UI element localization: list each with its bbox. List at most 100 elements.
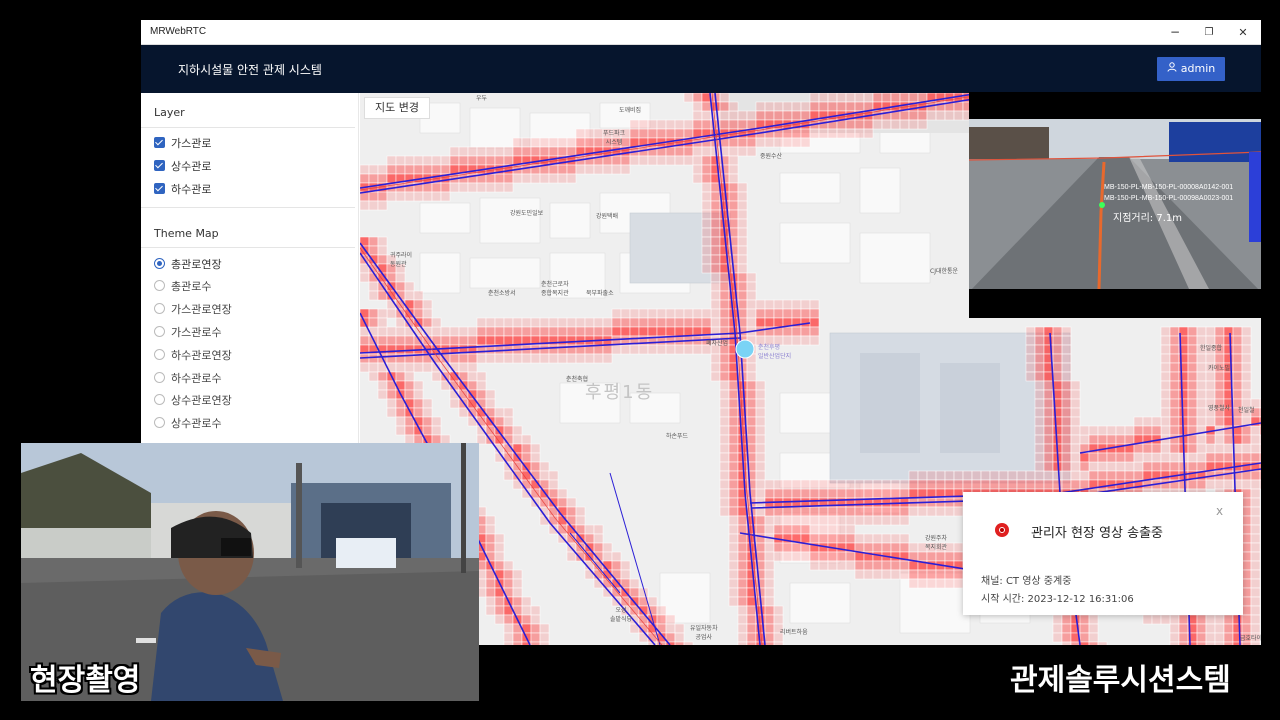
heat-cell <box>1178 641 1189 645</box>
heat-cell <box>863 488 874 499</box>
heat-cell <box>476 353 487 364</box>
heat-cell <box>1205 389 1216 400</box>
heat-cell <box>1034 371 1045 382</box>
heat-cell <box>737 299 748 310</box>
radio-selected-icon[interactable] <box>154 258 165 269</box>
minimize-button[interactable]: − <box>1158 20 1192 45</box>
notification-close-icon[interactable]: x <box>1216 504 1223 518</box>
map-change-button[interactable]: 지도 변경 <box>364 97 430 119</box>
pipe-id-overlay: MB-150-PL-MB-150-PL-00008A0142-001 <box>1104 184 1234 191</box>
heat-cell <box>530 461 541 472</box>
heat-cell <box>503 326 514 337</box>
radio-icon[interactable] <box>154 372 165 383</box>
heat-cell <box>998 470 1009 481</box>
heat-cell <box>1196 452 1207 463</box>
theme-item-water-count[interactable]: 상수관로수 <box>154 416 222 432</box>
heat-cell <box>413 398 424 409</box>
maximize-button[interactable]: ❐ <box>1192 20 1226 45</box>
user-button[interactable]: admin <box>1157 57 1225 81</box>
theme-item-total-count[interactable]: 총관로수 <box>154 279 211 295</box>
heat-cell <box>1196 389 1207 400</box>
heat-cell <box>728 479 739 490</box>
heat-cell <box>377 335 388 346</box>
radio-icon[interactable] <box>154 394 165 405</box>
heat-cell <box>476 389 487 400</box>
heat-cell <box>1061 461 1072 472</box>
heat-cell <box>1052 326 1063 337</box>
user-button-label: admin <box>1180 62 1216 75</box>
heat-cell <box>485 596 496 607</box>
radio-icon[interactable] <box>154 417 165 428</box>
layer-label: 하수관로 <box>171 183 212 196</box>
layer-item-sewer[interactable]: 하수관로 <box>154 182 211 198</box>
heat-cell <box>1043 434 1054 445</box>
heat-cell <box>737 569 748 580</box>
heat-cell <box>1196 632 1207 643</box>
layer-item-water[interactable]: 상수관로 <box>154 159 211 175</box>
heat-cell <box>503 173 514 184</box>
theme-item-sewer-length[interactable]: 하수관로연장 <box>154 348 232 364</box>
heat-cell <box>728 551 739 562</box>
heat-cell <box>440 182 451 193</box>
heat-cell <box>530 452 541 463</box>
heat-cell <box>773 605 784 616</box>
heat-cell <box>1259 407 1261 418</box>
location-marker-icon[interactable] <box>735 339 755 359</box>
theme-item-gas-count[interactable]: 가스관로수 <box>154 325 222 341</box>
radio-icon[interactable] <box>154 280 165 291</box>
heat-cell <box>737 218 748 229</box>
heat-cell <box>1250 605 1261 616</box>
heat-cell <box>899 93 910 103</box>
close-button[interactable]: ✕ <box>1226 20 1260 45</box>
radio-icon[interactable] <box>154 349 165 360</box>
heat-cell <box>971 479 982 490</box>
heat-cell <box>1232 371 1243 382</box>
heat-cell <box>1061 632 1072 643</box>
heat-cell <box>1034 362 1045 373</box>
heat-cell <box>1034 353 1045 364</box>
checkbox-checked-icon[interactable] <box>154 137 165 148</box>
heat-cell <box>737 146 748 157</box>
heat-cell <box>1061 362 1072 373</box>
heat-cell <box>719 281 730 292</box>
layer-item-gas[interactable]: 가스관로 <box>154 136 211 152</box>
heat-cell <box>620 344 631 355</box>
heat-cell <box>728 443 739 454</box>
heat-cell <box>1241 434 1252 445</box>
heat-cell <box>737 587 748 598</box>
heat-cell <box>638 344 649 355</box>
radio-icon[interactable] <box>154 303 165 314</box>
checkbox-checked-icon[interactable] <box>154 183 165 194</box>
heat-cell <box>854 93 865 103</box>
checkbox-checked-icon[interactable] <box>154 160 165 171</box>
window-title: MRWebRTC <box>150 26 207 37</box>
heat-cell <box>674 632 685 643</box>
theme-item-sewer-count[interactable]: 하수관로수 <box>154 371 222 387</box>
heat-cell <box>1196 443 1207 454</box>
theme-item-total-length[interactable]: 총관로연장 <box>154 257 222 273</box>
heat-cell <box>557 335 568 346</box>
heat-cell <box>692 164 703 175</box>
heat-cell <box>746 146 757 157</box>
heat-cell <box>863 569 874 580</box>
heat-cell <box>1088 434 1099 445</box>
heat-cell <box>1241 335 1252 346</box>
heat-cell <box>746 119 757 130</box>
heat-cell <box>755 308 766 319</box>
heat-cell <box>1232 335 1243 346</box>
heat-cell <box>683 119 694 130</box>
map-poi-label: 강원도민일보 <box>510 210 544 217</box>
heat-cell <box>899 119 910 130</box>
heat-cell <box>656 155 667 166</box>
heat-cell <box>665 614 676 625</box>
heat-cell <box>1241 587 1252 598</box>
heat-cell <box>1025 335 1036 346</box>
heat-cell <box>701 164 712 175</box>
heat-cell <box>944 506 955 517</box>
heat-cell <box>899 569 910 580</box>
heat-cell <box>1250 488 1261 499</box>
theme-item-gas-length[interactable]: 가스관로연장 <box>154 302 232 318</box>
theme-item-water-length[interactable]: 상수관로연장 <box>154 393 232 409</box>
heat-cell <box>872 560 883 571</box>
radio-icon[interactable] <box>154 326 165 337</box>
